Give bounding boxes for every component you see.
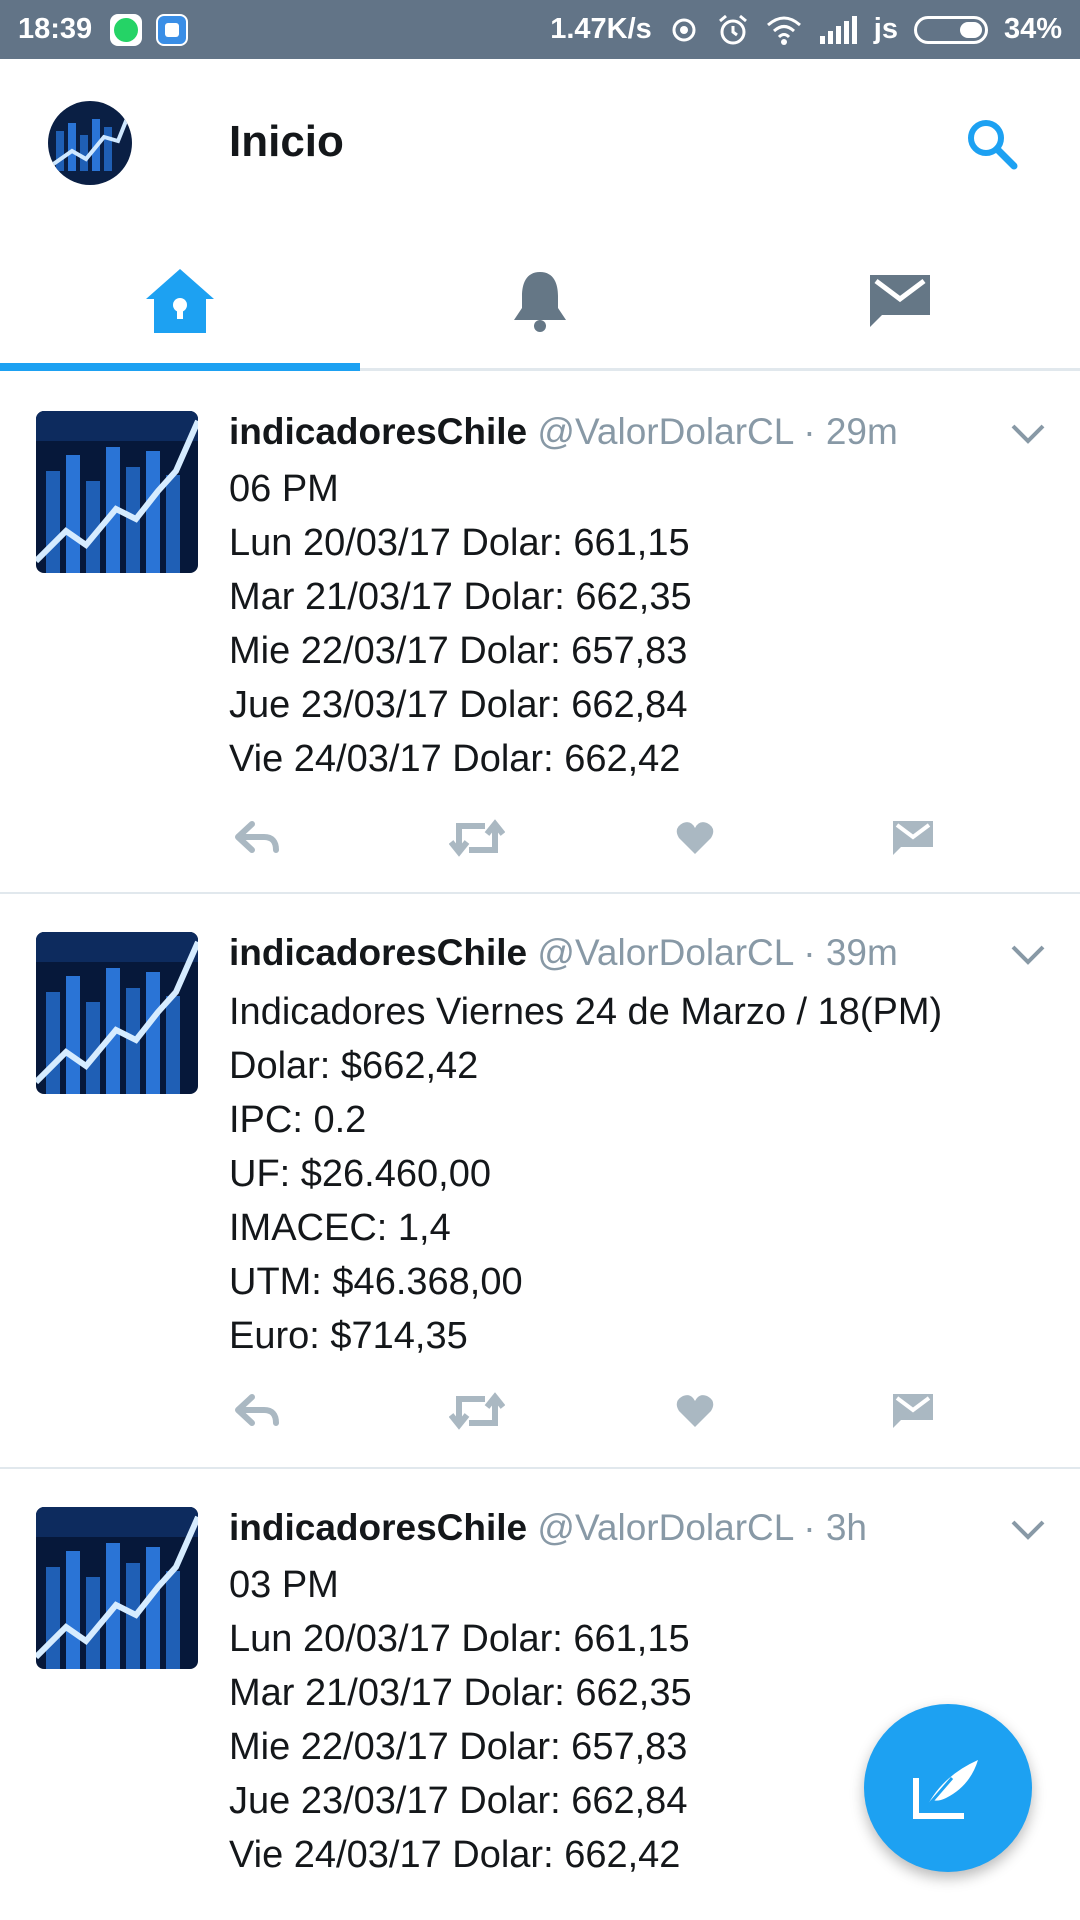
sync-icon [672, 18, 696, 41]
timeline-feed[interactable]: indicadoresChile @ValorDolarCL · 29m 06 … [0, 371, 1080, 1920]
tweet-text-line: Jue 23/03/17 Dolar: 662,84 [229, 684, 688, 726]
tweet-header: indicadoresChile @ValorDolarCL · 3h [229, 1507, 867, 1549]
compose-tweet-button[interactable] [864, 1704, 1032, 1872]
retweet-button[interactable] [449, 813, 505, 863]
tweet-text: 06 PM Lun 20/03/17 Dolar: 661,15 Mar 21/… [229, 462, 692, 786]
tweet-text-line: Indicadores Viernes 24 de Marzo / 18(PM) [229, 991, 943, 1033]
status-time: 18:39 [18, 13, 93, 45]
tab-home[interactable] [0, 234, 360, 368]
home-icon [146, 269, 214, 333]
tweet-text-line: Vie 24/03/17 Dolar: 662,42 [229, 1834, 681, 1876]
search-icon [968, 120, 1018, 170]
tweet-text-line: Mar 21/03/17 Dolar: 662,35 [229, 576, 692, 618]
tweet-avatar[interactable] [36, 411, 198, 573]
status-right-group: 1.47K/s js 34% [550, 13, 1062, 47]
tweet-author-name[interactable]: indicadoresChile [229, 932, 527, 973]
direct-message-button[interactable] [885, 1386, 941, 1436]
tab-notifications[interactable] [360, 234, 720, 368]
retweet-icon [449, 819, 505, 857]
direct-message-icon [893, 821, 933, 855]
reply-icon [235, 1394, 279, 1426]
tweet-timestamp: · 29m [803, 411, 898, 452]
page-title: Inicio [229, 117, 344, 166]
tweet-text-line: Euro: $714,35 [229, 1315, 468, 1357]
like-button[interactable] [667, 813, 723, 863]
direct-message-button[interactable] [885, 813, 941, 863]
whatsapp-icon [110, 13, 143, 46]
compose-tweet-icon [913, 1760, 978, 1819]
wifi-icon [766, 16, 801, 45]
tweet-header: indicadoresChile @ValorDolarCL · 39m [229, 932, 898, 974]
tweet-text-line: Mie 22/03/17 Dolar: 657,83 [229, 630, 688, 672]
tweet-text-line: UF: $26.460,00 [229, 1153, 491, 1195]
retweet-button[interactable] [449, 1386, 505, 1436]
tweet-author-name[interactable]: indicadoresChile [229, 1507, 527, 1548]
tweet-text-line: Dolar: $662,42 [229, 1045, 479, 1087]
search-button[interactable] [962, 114, 1022, 174]
tweet-avatar[interactable] [36, 1507, 198, 1669]
status-bar: 18:39 1.47K/s js 34% [0, 0, 1080, 59]
bell-icon [514, 272, 566, 332]
envelope-icon [870, 275, 930, 327]
reply-icon [235, 821, 279, 853]
tweet-author-name[interactable]: indicadoresChile [229, 411, 527, 452]
reply-button[interactable] [229, 1386, 285, 1436]
signal-icon [819, 15, 857, 44]
tweet-avatar[interactable] [36, 932, 198, 1094]
tweet-actions [229, 813, 949, 863]
tweet-timestamp: · 3h [803, 1507, 867, 1548]
chevron-down-icon[interactable] [1010, 423, 1046, 445]
tweet-text-line: Jue 23/03/17 Dolar: 662,84 [229, 1780, 688, 1822]
tweet-header: indicadoresChile @ValorDolarCL · 29m [229, 411, 898, 453]
like-icon [676, 1395, 714, 1427]
app-header: Inicio [0, 59, 1080, 234]
tab-bar [0, 234, 1080, 371]
like-button[interactable] [667, 1386, 723, 1436]
tweet-text-line: Vie 24/03/17 Dolar: 662,42 [229, 738, 681, 780]
tweet-text-line: IMACEC: 1,4 [229, 1207, 451, 1249]
carrier-label: js [873, 13, 898, 45]
network-speed: 1.47K/s [550, 13, 652, 45]
profile-avatar[interactable] [48, 101, 132, 185]
chevron-down-icon[interactable] [1010, 1519, 1046, 1541]
tweet-text-line: 06 PM [229, 468, 339, 510]
tweet-text-line: Lun 20/03/17 Dolar: 661,15 [229, 1618, 690, 1660]
chevron-down-icon[interactable] [1010, 944, 1046, 966]
tweet-text: 03 PM Lun 20/03/17 Dolar: 661,15 Mar 21/… [229, 1558, 692, 1882]
retweet-icon [449, 1392, 505, 1430]
tweet[interactable]: indicadoresChile @ValorDolarCL · 39m Ind… [0, 894, 1080, 1469]
active-tab-indicator [0, 363, 360, 371]
tweet-text-line: IPC: 0.2 [229, 1099, 367, 1141]
tweet-author-handle: @ValorDolarCL [537, 411, 793, 452]
reply-button[interactable] [229, 813, 285, 863]
app-notification-icon [156, 13, 189, 46]
tweet[interactable]: indicadoresChile @ValorDolarCL · 29m 06 … [0, 371, 1080, 894]
tweet-author-handle: @ValorDolarCL [537, 932, 793, 973]
tweet-text-line: Mie 22/03/17 Dolar: 657,83 [229, 1726, 688, 1768]
tweet-text-line: 03 PM [229, 1564, 339, 1606]
tweet-text-line: Lun 20/03/17 Dolar: 661,15 [229, 522, 690, 564]
direct-message-icon [893, 1394, 933, 1428]
tweet-author-handle: @ValorDolarCL [537, 1507, 793, 1548]
battery-percent: 34% [1003, 13, 1062, 45]
battery-icon [913, 15, 988, 44]
tweet-text-line: UTM: $46.368,00 [229, 1261, 523, 1303]
tweet-timestamp: · 39m [803, 932, 898, 973]
tweet-text: Indicadores Viernes 24 de Marzo / 18(PM)… [229, 985, 942, 1363]
like-icon [676, 822, 714, 854]
tab-messages[interactable] [720, 234, 1080, 368]
alarm-icon [718, 14, 747, 44]
tweet-actions [229, 1386, 949, 1436]
tweet-text-line: Mar 21/03/17 Dolar: 662,35 [229, 1672, 692, 1714]
